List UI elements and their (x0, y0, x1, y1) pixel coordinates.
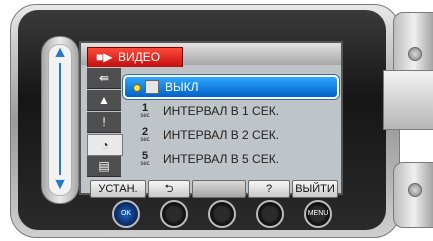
camcorder-icon: ■▶ (96, 50, 113, 64)
interval-1-sec-icon: 1 sec (140, 102, 150, 120)
display-icon[interactable]: ▤ (87, 156, 121, 177)
menu-item-interval-2[interactable]: 2 sec ИНТЕРВАЛ В 2 СЕК. (123, 125, 335, 145)
menu-category-list: ⇚ ▲ ! ◔ ▤ (87, 68, 123, 178)
up-arrow-icon[interactable]: ▲ (49, 45, 71, 61)
off-icon (145, 80, 159, 94)
slider-line (59, 63, 61, 175)
menu-item-off[interactable]: ВЫКЛ (123, 75, 339, 99)
interval-5-sec-icon: 5 sec (140, 150, 150, 168)
lcd-screen: ■▶ ВИДЕО ⇚ ▲ ! ◔ ▤ ВЫКЛ 1 sec ИНТЕРВАЛ В… (79, 41, 343, 195)
tab-video[interactable]: ■▶ ВИДЕО (87, 47, 183, 67)
blank-button[interactable] (192, 180, 246, 198)
hardware-button-3[interactable] (208, 200, 236, 228)
interval-2-sec-icon: 2 sec (140, 126, 150, 144)
hinge-bottom (393, 162, 433, 228)
selected-bullet-icon (133, 84, 141, 92)
menu-item-interval-5[interactable]: 5 sec ИНТЕРВАЛ В 5 СЕК. (123, 149, 335, 169)
down-arrow-icon[interactable]: ▼ (49, 177, 71, 193)
hinge-bar (383, 70, 433, 130)
camcorder-body: ▲ ▼ ■▶ ВИДЕО ⇚ ▲ ! ◔ ▤ ВЫКЛ 1 sec ИНТЕРВ… (0, 0, 433, 241)
time-lapse-icon[interactable]: ◔ (87, 134, 123, 156)
ok-button[interactable]: OK (112, 200, 140, 228)
screw-icon (408, 183, 422, 197)
set-button[interactable]: УСТАН. (90, 180, 146, 198)
lcd-hinge (375, 12, 433, 228)
soft-button-bar: УСТАН. ⮌ ? ВЫЙТИ (90, 180, 340, 198)
screw-icon (408, 47, 422, 61)
hardware-button-2[interactable] (160, 200, 188, 228)
time-lapse-menu: ВЫКЛ 1 sec ИНТЕРВАЛ В 1 СЕК. 2 sec ИНТЕР… (123, 75, 339, 177)
back-button[interactable]: ⮌ (148, 180, 190, 198)
exclamation-icon[interactable]: ! (87, 112, 121, 133)
scene-icon[interactable]: ▲ (87, 90, 121, 111)
hardware-buttons: OK MENU (112, 198, 342, 228)
menu-item-interval-1[interactable]: 1 sec ИНТЕРВАЛ В 1 СЕК. (123, 101, 335, 121)
tab-label: ВИДЕО (118, 50, 161, 64)
help-button[interactable]: ? (248, 180, 290, 198)
hardware-button-4[interactable] (256, 200, 284, 228)
menu-button[interactable]: MENU (304, 200, 332, 228)
exit-button[interactable]: ВЫЙТИ (292, 180, 338, 198)
interval-arrow-icon[interactable]: ⇚ (87, 68, 121, 89)
touch-slider[interactable]: ▲ ▼ (48, 44, 72, 196)
